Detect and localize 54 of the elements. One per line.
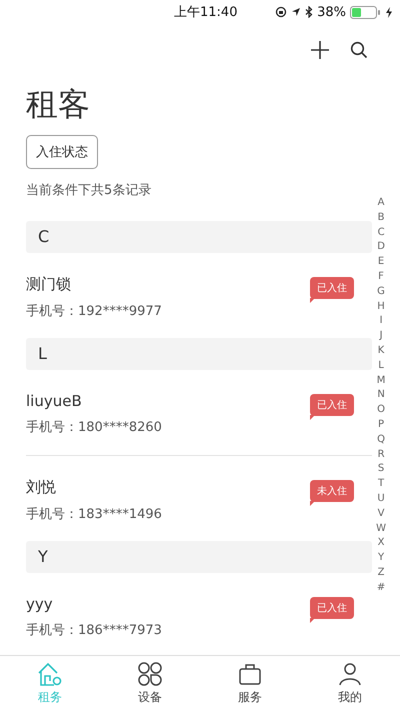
index-letter[interactable]: P	[378, 418, 384, 433]
tenant-name[interactable]: 刘悦	[26, 478, 162, 497]
tenant-phone: 手机号：183****1496	[26, 506, 162, 523]
index-letter[interactable]: O	[377, 403, 385, 418]
index-letter[interactable]: T	[378, 477, 384, 492]
index-letter[interactable]: V	[378, 506, 384, 522]
location-icon	[291, 7, 302, 17]
index-letter[interactable]: W	[376, 522, 386, 536]
index-letter[interactable]: U	[377, 492, 385, 507]
index-letter[interactable]: J	[380, 329, 383, 344]
section-header: C	[26, 221, 372, 253]
index-letter[interactable]: R	[378, 448, 385, 462]
tenant-name[interactable]: 测门锁	[26, 275, 162, 294]
tenant-phone: 手机号：186****7973	[26, 622, 162, 639]
filter-button[interactable]: 入住状态	[26, 135, 98, 169]
tenant-phone: 手机号：192****9977	[26, 303, 162, 320]
index-letter[interactable]: N	[377, 388, 385, 404]
index-letter[interactable]: Y	[378, 551, 384, 566]
index-letter[interactable]: F	[378, 270, 384, 285]
index-letter[interactable]: K	[378, 344, 384, 359]
tenant-phone: 手机号：180****8260	[26, 419, 162, 436]
section-header: Y	[26, 541, 372, 573]
index-letter[interactable]: E	[378, 255, 384, 270]
page-title: 租客	[26, 84, 91, 124]
tenant-name[interactable]: yyy	[26, 595, 162, 613]
tenant-name[interactable]: liuyueB	[26, 392, 162, 410]
index-letter[interactable]: X	[378, 536, 384, 552]
house-icon	[37, 660, 63, 686]
tab[interactable]: 设备	[100, 656, 200, 710]
battery-percent: 38%	[317, 4, 346, 20]
index-letter[interactable]: L	[378, 358, 384, 374]
battery-icon	[350, 6, 382, 18]
index-letter[interactable]: B	[378, 210, 384, 226]
index-letter[interactable]: H	[377, 300, 385, 314]
index-letter[interactable]: G	[377, 284, 385, 300]
index-letter[interactable]: D	[377, 240, 385, 256]
status-time: 上午11:40	[174, 4, 238, 21]
index-letter[interactable]: A	[378, 196, 384, 211]
four-circles-icon	[137, 660, 163, 686]
index-letter[interactable]: I	[380, 314, 383, 330]
bluetooth-icon	[305, 6, 314, 18]
tab[interactable]: 我的	[300, 656, 400, 710]
person-icon	[337, 660, 363, 686]
index-letter[interactable]: C	[378, 226, 385, 240]
index-letter[interactable]: Z	[378, 566, 384, 581]
index-letter[interactable]: S	[378, 462, 384, 478]
index-letter[interactable]: M	[376, 374, 386, 388]
record-count: 当前条件下共5条记录	[26, 182, 152, 199]
tab[interactable]: 服务	[200, 656, 300, 710]
rotation-lock-icon	[275, 6, 288, 18]
charging-icon	[386, 6, 392, 18]
index-letter[interactable]: Q	[377, 432, 385, 448]
section-header: L	[26, 338, 372, 370]
index-letter[interactable]: #	[376, 580, 386, 596]
